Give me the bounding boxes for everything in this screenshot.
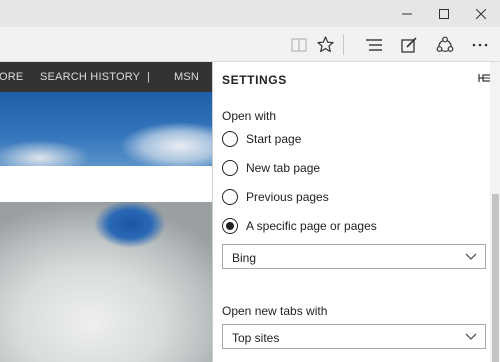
nav-item-msn[interactable]: MSN [174, 71, 199, 83]
minimize-icon [402, 13, 412, 14]
chevron-down-icon [465, 333, 477, 340]
chevron-down-icon [465, 253, 477, 260]
background-image-clouds [0, 202, 212, 362]
radio-button[interactable] [222, 131, 238, 147]
radio-new-tab-page[interactable]: New tab page [222, 158, 320, 178]
maximize-button[interactable] [425, 0, 463, 27]
search-band[interactable] [0, 166, 212, 202]
nav-item-more[interactable]: ORE [0, 71, 23, 83]
title-bar [0, 0, 500, 27]
radio-previous-pages[interactable]: Previous pages [222, 187, 329, 207]
web-note-button[interactable] [394, 27, 424, 62]
dropdown-value: Top sites [232, 331, 280, 345]
nav-divider: | [147, 71, 151, 83]
radio-start-page[interactable]: Start page [222, 129, 301, 149]
ellipsis-icon [472, 43, 488, 46]
dropdown-value: Bing [232, 251, 257, 265]
background-image-top [0, 92, 212, 166]
radio-button[interactable] [222, 189, 238, 205]
hub-lines-icon [366, 38, 382, 51]
radio-selected-dot [226, 222, 234, 230]
favorite-button[interactable] [310, 27, 340, 62]
browser-toolbar [0, 27, 500, 62]
radio-button-selected[interactable] [222, 218, 238, 234]
settings-panel: SETTINGS Open with Start page New tab pa… [212, 62, 500, 362]
radio-label: Start page [246, 132, 302, 146]
share-button[interactable] [430, 27, 460, 62]
close-icon [476, 8, 486, 19]
open-with-label: Open with [222, 109, 277, 123]
maximize-icon [439, 8, 449, 19]
web-page: ORE SEARCH HISTORY | MSN [0, 62, 212, 362]
minimize-button[interactable] [388, 0, 426, 27]
toolbar-divider [343, 34, 344, 55]
open-new-tabs-label: Open new tabs with [222, 304, 328, 318]
more-button[interactable] [465, 27, 495, 62]
new-tabs-dropdown[interactable]: Top sites [222, 324, 486, 349]
radio-label: New tab page [246, 161, 321, 175]
scrollbar-thumb[interactable] [492, 194, 499, 362]
specific-page-dropdown[interactable]: Bing [222, 244, 486, 269]
hub-button[interactable] [359, 27, 389, 62]
settings-scrollbar[interactable] [490, 62, 500, 362]
book-icon [291, 38, 307, 51]
radio-specific-pages[interactable]: A specific page or pages [222, 216, 377, 236]
radio-button[interactable] [222, 160, 238, 176]
settings-title: SETTINGS [222, 73, 287, 87]
page-nav-bar: ORE SEARCH HISTORY | MSN [0, 62, 212, 92]
pen-square-icon [401, 36, 417, 53]
radio-label: A specific page or pages [246, 219, 377, 233]
radio-label: Previous pages [246, 190, 329, 204]
star-icon [316, 36, 334, 53]
nav-item-search-history[interactable]: SEARCH HISTORY [40, 71, 140, 83]
share-icon [436, 36, 454, 52]
close-button[interactable] [462, 0, 500, 27]
